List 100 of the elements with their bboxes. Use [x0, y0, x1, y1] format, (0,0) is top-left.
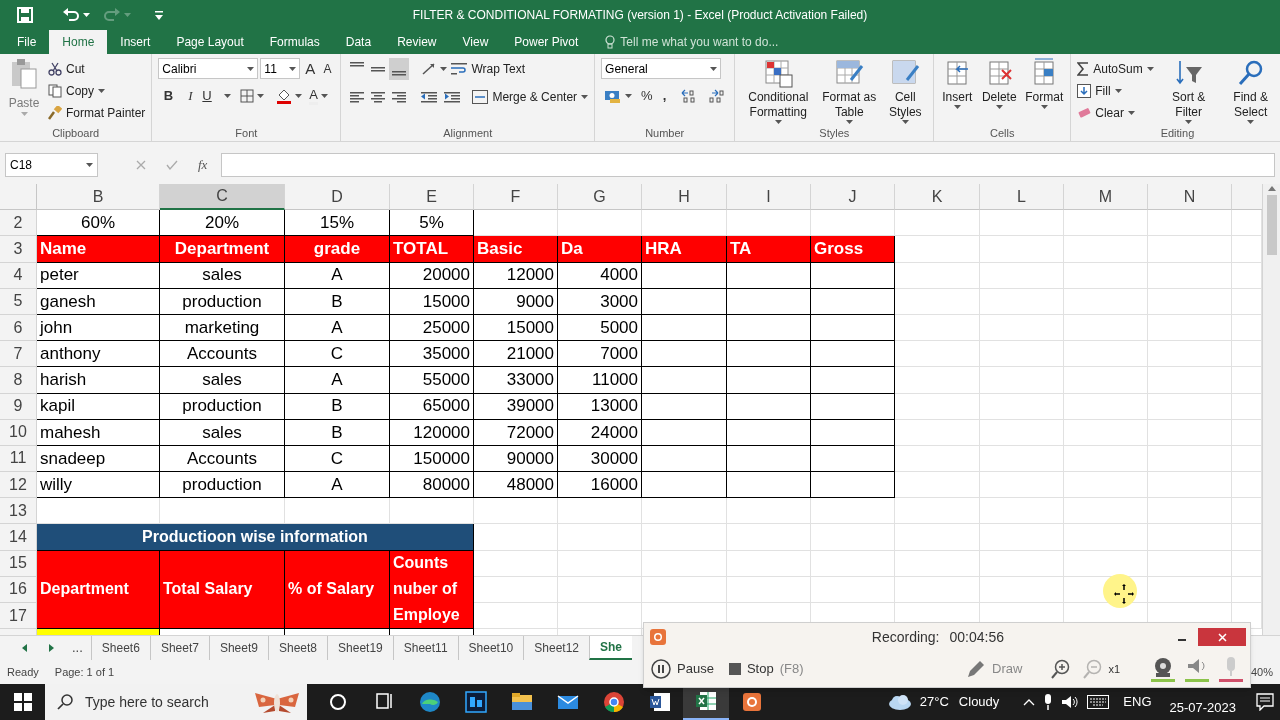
caret-icon [1185, 120, 1193, 124]
column-header[interactable]: K [895, 184, 980, 211]
stop-button[interactable]: Stop (F8) [728, 659, 804, 679]
sort-filter-button[interactable]: Sort & Filter [1163, 58, 1214, 126]
autosum-button[interactable]: AutoSum [1077, 58, 1154, 80]
save-button[interactable] [17, 6, 35, 24]
cell-styles-button[interactable]: Cell Styles [883, 58, 928, 126]
caret-icon [1247, 120, 1255, 124]
column-header[interactable]: J [811, 184, 895, 211]
row-header[interactable]: 7 [0, 341, 37, 368]
wrap-text-button[interactable]: Wrap Text [451, 58, 525, 80]
close-button[interactable] [1198, 628, 1246, 646]
row-header[interactable]: 3 [0, 236, 37, 263]
column-header[interactable]: H [642, 184, 727, 211]
column-header[interactable]: F [474, 184, 558, 211]
row-header[interactable]: 10 [0, 419, 37, 446]
row-header[interactable]: 8 [0, 367, 37, 394]
ribbon-tab[interactable]: Insert [107, 30, 164, 54]
insert-cells-button[interactable]: Insert [940, 58, 975, 126]
cursor-icon [1102, 573, 1138, 609]
ribbon-tab[interactable]: Data [332, 30, 385, 54]
row-header[interactable]: 17 [0, 603, 37, 630]
percent-button[interactable]: % [637, 86, 657, 106]
shrink-font-button[interactable]: A [320, 62, 335, 75]
ribbon-tab[interactable]: File [4, 30, 50, 54]
undo-button[interactable] [63, 8, 90, 22]
find-select-button[interactable]: Find & Select [1223, 58, 1278, 126]
row-header[interactable]: 5 [0, 288, 37, 315]
font-size-field[interactable]: 11 [260, 58, 301, 79]
fill-button[interactable]: Fill [1077, 80, 1154, 102]
clock-date[interactable]: 25-07-2023 [1169, 686, 1236, 718]
copy-button[interactable]: Copy [48, 80, 146, 102]
scroll-thumb[interactable] [1266, 195, 1277, 255]
column-header[interactable]: L [980, 184, 1064, 211]
more-sheets-button[interactable]: ... [72, 638, 83, 658]
column-header[interactable]: G [558, 184, 642, 211]
column-header[interactable]: M [1064, 184, 1148, 211]
formula-input[interactable] [221, 153, 1275, 177]
number-format-field[interactable]: General [601, 58, 722, 79]
column-header[interactable]: D [285, 184, 390, 211]
zoom-in-button[interactable] [1050, 659, 1071, 679]
ribbon-tab[interactable]: Power Pivot [501, 30, 592, 54]
row-header[interactable]: 15 [0, 550, 37, 577]
format-painter-button[interactable]: Format Painter [48, 102, 146, 124]
header-cell: Counts nuber of Employe [390, 550, 474, 630]
column-header[interactable]: E [390, 184, 474, 211]
row-header[interactable]: 9 [0, 393, 37, 420]
sheet-tab[interactable]: She [589, 636, 633, 660]
row-header[interactable]: 14 [0, 524, 37, 551]
ribbon-tab[interactable]: Page Layout [163, 30, 257, 54]
merge-center-button[interactable]: Merge & Center [472, 86, 589, 108]
ribbon-tab[interactable]: Review [384, 30, 450, 54]
undo-icon [63, 8, 79, 22]
italic-button[interactable]: I [180, 86, 201, 106]
row-header[interactable]: 4 [0, 262, 37, 289]
ribbon-tab[interactable]: Formulas [256, 30, 333, 54]
pause-button[interactable]: Pause [651, 659, 714, 679]
ribbon-tab[interactable]: View [449, 30, 502, 54]
group-label: Font [234, 126, 259, 140]
grow-font-button[interactable]: A [302, 61, 319, 76]
zoom-level: 40% [1250, 664, 1273, 680]
clear-button[interactable]: Clear [1077, 102, 1154, 124]
conditional-formatting-button[interactable]: Conditional Formatting [741, 58, 816, 126]
insert-function-button[interactable]: fx [198, 155, 208, 175]
ribbon-tab[interactable]: Home [49, 30, 108, 54]
search-field[interactable]: Type here to search [45, 684, 307, 720]
column-header[interactable]: C [160, 184, 285, 211]
row-header[interactable]: 16 [0, 576, 37, 603]
cut-button[interactable]: Cut [48, 58, 146, 80]
row-header[interactable]: 2 [0, 210, 37, 237]
table-cell: 5000 [558, 314, 642, 342]
lightbulb-icon [605, 35, 616, 49]
increase-indent-icon [444, 91, 461, 103]
table-cell: 12000 [474, 262, 558, 289]
font-name-field[interactable]: Calibri [158, 58, 259, 79]
underline-button[interactable]: U [202, 86, 223, 106]
name-box[interactable]: C18 [5, 153, 98, 177]
row-header[interactable]: 13 [0, 498, 37, 525]
customize-toolbar-button[interactable] [155, 10, 163, 20]
scroll-up-icon [1267, 186, 1276, 191]
currency-icon [604, 89, 623, 103]
sigma-icon [1077, 62, 1090, 76]
format-as-table-button[interactable]: Format as Table [819, 58, 880, 126]
column-header[interactable]: N [1148, 184, 1232, 211]
column-header[interactable]: I [727, 184, 811, 211]
row-header[interactable]: 12 [0, 472, 37, 499]
comma-button[interactable]: , [658, 86, 671, 106]
format-cells-button[interactable]: Format [1024, 58, 1065, 126]
table-cell: 72000 [474, 419, 558, 446]
language-indicator[interactable]: ENG [1123, 692, 1152, 712]
delete-cells-button[interactable]: Delete [980, 58, 1019, 126]
bottom-align-button[interactable] [389, 58, 410, 80]
bold-button[interactable]: B [158, 86, 179, 106]
row-header[interactable]: 11 [0, 445, 37, 473]
caret-icon [295, 94, 303, 98]
tell-me-field[interactable]: Tell me what you want to do... [620, 33, 779, 51]
header-cell: Gross [811, 236, 895, 263]
column-header[interactable]: B [37, 184, 160, 211]
font-color-button[interactable]: A [307, 87, 331, 105]
row-header[interactable]: 6 [0, 314, 37, 342]
